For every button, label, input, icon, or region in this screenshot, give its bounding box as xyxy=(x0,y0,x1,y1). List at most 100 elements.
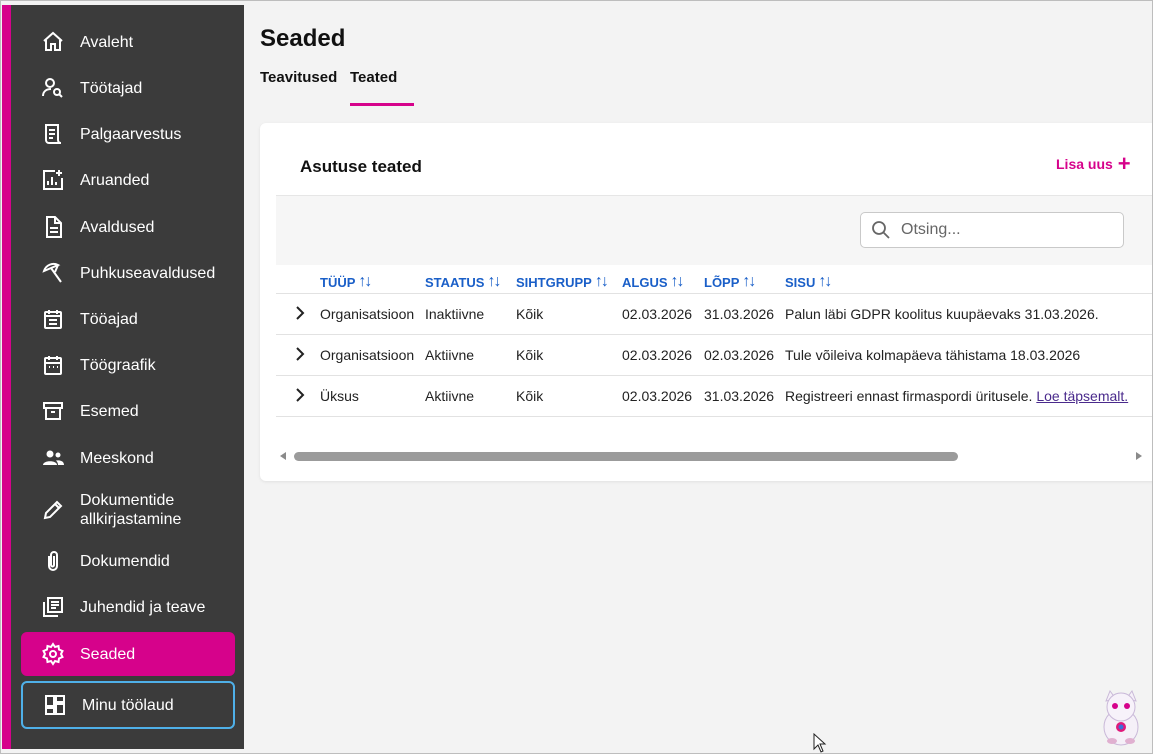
cell-target: Kõik xyxy=(516,347,544,363)
sidebar-item-meeskond[interactable]: Meeskond xyxy=(21,436,235,480)
home-icon xyxy=(41,30,65,54)
person-search-icon xyxy=(41,76,65,100)
tab-teated[interactable]: Teated xyxy=(350,69,397,86)
cell-end: 02.03.2026 xyxy=(704,347,775,363)
sort-icon: ↑↓ xyxy=(670,273,685,290)
mascot-assistant-icon[interactable] xyxy=(1096,687,1146,749)
column-header-sihtgrupp[interactable]: SIHTGRUPP ↑↓ xyxy=(516,273,609,291)
cell-start: 02.03.2026 xyxy=(622,388,693,404)
sidebar-item-dokumentide-allkirjastamine[interactable]: Dokumentide allkirjastamine xyxy=(21,488,235,532)
sidebar-item-label: Dokumendid xyxy=(80,552,170,570)
search-box[interactable] xyxy=(860,212,1124,248)
dashboard-icon xyxy=(43,693,67,717)
sidebar-item-tootajad[interactable]: Töötajad xyxy=(21,66,235,110)
cell-status: Aktiivne xyxy=(425,388,475,404)
cell-type: Organisatsioon xyxy=(320,306,415,322)
search-input[interactable] xyxy=(901,221,1101,239)
cell-content: Registreeri ennast firmaspordi üritusele… xyxy=(785,388,1129,404)
cell-status: Inaktiivne xyxy=(425,306,485,322)
sidebar-item-tooajad[interactable]: Tööajad xyxy=(21,297,235,341)
pencil-icon xyxy=(41,498,65,522)
scroll-thumb[interactable] xyxy=(294,452,958,461)
sidebar-item-label: Avaleht xyxy=(80,33,134,51)
cell-status: Aktiivne xyxy=(425,347,475,363)
receipt-icon xyxy=(41,122,65,146)
cell-target: Kõik xyxy=(516,388,544,404)
beach-icon xyxy=(41,261,65,285)
sidebar-item-label: Töötajad xyxy=(80,79,143,97)
sort-icon: ↑↓ xyxy=(358,273,372,290)
sidebar-item-juhendid[interactable]: Juhendid ja teave xyxy=(21,585,235,629)
sidebar-item-aruanded[interactable]: Aruanded xyxy=(21,158,235,202)
read-more-link[interactable]: Loe täpsemalt. xyxy=(1036,388,1128,404)
column-header-tyyp[interactable]: TÜÜP ↑↓ xyxy=(320,273,372,291)
gear-icon xyxy=(41,642,65,666)
page-title: Seaded xyxy=(260,25,346,52)
sort-icon: ↑↓ xyxy=(742,273,756,290)
table-toolbar xyxy=(276,195,1152,265)
group-icon xyxy=(41,446,65,470)
cell-content: Tule võileiva kolmapäeva tähistama 18.03… xyxy=(785,347,1081,363)
main-content: Seaded Teavitused Teated Asutuse teated … xyxy=(244,5,1152,749)
sidebar-item-label: Meeskond xyxy=(80,449,154,467)
active-tab-indicator xyxy=(350,103,414,106)
sidebar-item-label: Dokumentide allkirjastamine xyxy=(80,492,182,528)
sidebar-item-label: Palgaarvestus xyxy=(80,125,182,143)
sidebar-item-minu-toolaud[interactable]: Minu töölaud xyxy=(21,681,235,729)
sidebar-item-label: Minu töölaud xyxy=(82,696,174,714)
sidebar-item-label: Puhkuseavaldused xyxy=(80,264,216,282)
column-header-algus[interactable]: ALGUS ↑↓ xyxy=(622,273,685,291)
cell-type: Organisatsioon xyxy=(320,347,415,363)
sidebar-item-puhkuseavaldused[interactable]: Puhkuseavaldused xyxy=(21,251,235,295)
chevron-right-icon[interactable] xyxy=(292,345,308,363)
sort-icon: ↑↓ xyxy=(487,273,501,290)
accent-strip xyxy=(2,5,11,749)
notices-card: Asutuse teated Lisa uus + TÜÜP↑↓ STAATUS… xyxy=(260,123,1152,481)
column-header-lopp[interactable]: LÕPP ↑↓ xyxy=(704,273,756,291)
chevron-right-icon[interactable] xyxy=(292,386,308,404)
cell-end: 31.03.2026 xyxy=(704,306,775,322)
sidebar-item-label: Seaded xyxy=(80,645,136,663)
add-new-button[interactable]: Lisa uus + xyxy=(1056,151,1131,176)
sidebar-item-dokumendid[interactable]: Dokumendid xyxy=(21,539,235,583)
cell-end: 31.03.2026 xyxy=(704,388,775,404)
calendar-icon xyxy=(41,353,65,377)
sidebar-item-seaded[interactable]: Seaded xyxy=(21,632,235,676)
sort-icon: ↑↓ xyxy=(594,273,609,290)
library-books-icon xyxy=(41,595,65,619)
cell-start: 02.03.2026 xyxy=(622,306,693,322)
paperclip-icon xyxy=(41,549,65,573)
add-new-label: Lisa uus xyxy=(1056,156,1113,172)
table-row[interactable]: Üksus Aktiivne Kõik 02.03.2026 31.03.202… xyxy=(276,376,1152,417)
sidebar-item-label: Aruanded xyxy=(80,171,150,189)
sidebar-item-label: Avaldused xyxy=(80,218,155,236)
chevron-right-icon[interactable] xyxy=(292,304,308,322)
sidebar-item-label: Juhendid ja teave xyxy=(80,598,206,616)
horizontal-scrollbar[interactable] xyxy=(276,449,1152,465)
scroll-left-arrow[interactable] xyxy=(280,452,286,460)
plus-icon: + xyxy=(1117,151,1131,176)
column-header-sisu[interactable]: SISU ↑↓ xyxy=(785,273,832,291)
sidebar-item-avaldused[interactable]: Avaldused xyxy=(21,205,235,249)
app-window: Avaleht Töötajad Palgaarvestus Aruanded … xyxy=(0,0,1153,754)
sidebar-item-label: Töögraafik xyxy=(80,356,156,374)
sidebar-item-esemed[interactable]: Esemed xyxy=(21,389,235,433)
card-title: Asutuse teated xyxy=(300,157,422,176)
sidebar-item-avaleht[interactable]: Avaleht xyxy=(21,20,235,64)
sidebar-item-label: Tööajad xyxy=(80,310,138,328)
document-icon xyxy=(41,215,65,239)
table-row[interactable]: Organisatsioon Aktiivne Kõik 02.03.2026 … xyxy=(276,335,1152,376)
report-chart-icon xyxy=(41,168,65,192)
sidebar-item-toograafik[interactable]: Töögraafik xyxy=(21,343,235,387)
search-icon xyxy=(872,221,890,239)
cell-start: 02.03.2026 xyxy=(622,347,693,363)
sort-icon: ↑↓ xyxy=(818,273,832,290)
cell-target: Kõik xyxy=(516,306,544,322)
cell-type: Üksus xyxy=(320,388,359,404)
column-header-staatus[interactable]: STAATUS ↑↓ xyxy=(425,273,501,291)
table-row[interactable]: Organisatsioon Inaktiivne Kõik 02.03.202… xyxy=(276,294,1152,335)
archive-box-icon xyxy=(41,399,65,423)
sidebar-item-palgaarvestus[interactable]: Palgaarvestus xyxy=(21,112,235,156)
tab-teavitused[interactable]: Teavitused xyxy=(260,69,337,86)
scroll-right-arrow[interactable] xyxy=(1136,452,1142,460)
